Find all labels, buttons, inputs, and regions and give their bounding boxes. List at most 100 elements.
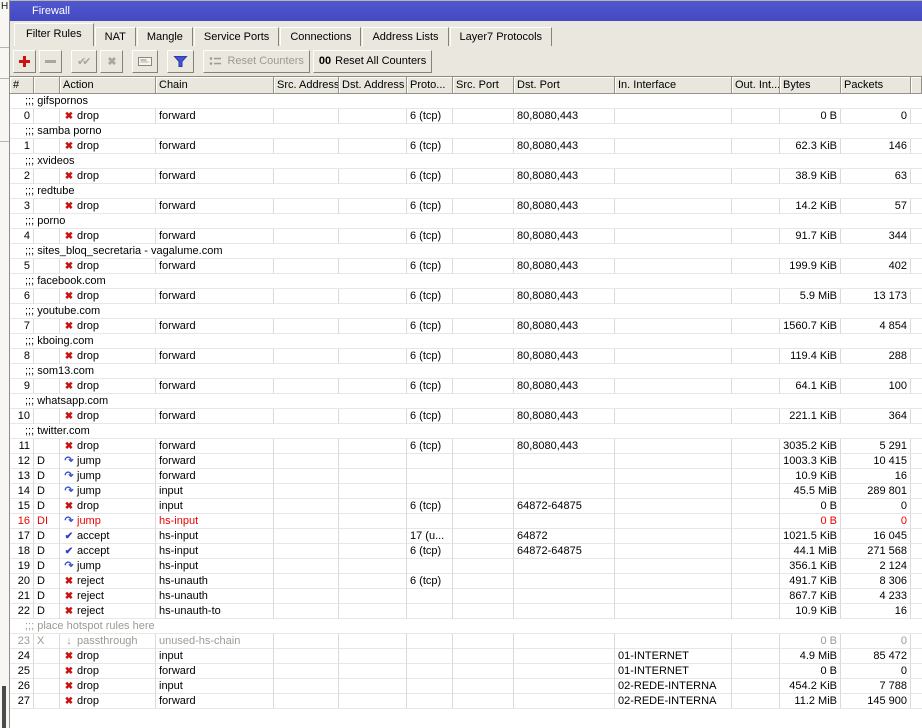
- drop-icon: ✖: [64, 171, 74, 182]
- comment-row[interactable]: ;;; kboing.com: [10, 334, 922, 349]
- column-header-flags[interactable]: [34, 77, 60, 94]
- cell-bytes: 38.9 KiB: [780, 169, 841, 184]
- background-line: [0, 47, 9, 48]
- column-header-src_port[interactable]: Src. Port: [453, 77, 514, 94]
- column-header-in_interface[interactable]: In. Interface: [615, 77, 732, 94]
- filter-rule-row[interactable]: 15 D ✖ drop input 6 (tcp) 64872-64875 0 B0: [10, 499, 922, 514]
- column-header-action[interactable]: Action: [60, 77, 156, 94]
- comment-row[interactable]: ;;; redtube: [10, 184, 922, 199]
- filter-rule-row[interactable]: 24 ✖ drop input 01-INTERNET 4.9 MiB 85 472: [10, 649, 922, 664]
- comment-row[interactable]: ;;; gifspornos: [10, 94, 922, 109]
- tab-filter-rules[interactable]: Filter Rules: [14, 23, 94, 46]
- filter-rule-row[interactable]: 8 ✖ drop forward 6 (tcp) 80,8080,443 119.4 KiB…: [10, 349, 922, 364]
- tab-connections[interactable]: Connections: [280, 27, 362, 46]
- comment-row[interactable]: ;;; whatsapp.com: [10, 394, 922, 409]
- action-label: drop: [77, 170, 100, 182]
- filter-rule-row[interactable]: 25 ✖ drop forward 01-INTERNET 0 B0: [10, 664, 922, 679]
- cell-protocol: [407, 589, 453, 604]
- comment-row[interactable]: ;;; samba porno: [10, 124, 922, 139]
- filter-rule-row[interactable]: 26 ✖ drop input 02-REDE-INTERNA 454.2 KiB 7 78…: [10, 679, 922, 694]
- filter-rule-row[interactable]: 22 D ✖ reject hs-unauth-to 10.9 KiB 16: [10, 604, 922, 619]
- cell-action: ✖ reject: [60, 574, 156, 589]
- comment-button[interactable]: [132, 49, 159, 73]
- filter-rule-row[interactable]: 19 D ↷ jump hs-input 356.1 KiB 2 124: [10, 559, 922, 574]
- cell-in_interface: 01-INTERNET: [615, 649, 732, 664]
- comment-row[interactable]: ;;; sites_bloq_secretaria - vagalume.com: [10, 244, 922, 259]
- filter-rule-row[interactable]: 12 D ↷ jump forward 1003.3 KiB 10 415: [10, 454, 922, 469]
- filter-rule-row[interactable]: 21 D ✖ reject hs-unauth 867.7 KiB 4 233: [10, 589, 922, 604]
- comment-row[interactable]: ;;; facebook.com: [10, 274, 922, 289]
- cell-packets: 146: [841, 139, 911, 154]
- column-header-bytes[interactable]: Bytes: [780, 77, 841, 94]
- cell-action: ✖ drop: [60, 319, 156, 334]
- cell-src_address: [274, 229, 339, 244]
- column-header-packets[interactable]: Packets: [841, 77, 911, 94]
- tab-mangle[interactable]: Mangle: [136, 27, 193, 46]
- filter-rule-row[interactable]: 14 D ↷ jump input 45.5 MiB 289 801: [10, 484, 922, 499]
- comment-row[interactable]: ;;; som13.com: [10, 364, 922, 379]
- cell-dst_address: [339, 454, 407, 469]
- filter-rule-row[interactable]: 6 ✖ drop forward 6 (tcp) 80,8080,443 5.9 MiB 13…: [10, 289, 922, 304]
- filter-rule-row[interactable]: 4 ✖ drop forward 6 (tcp) 80,8080,443 91.7 KiB 3…: [10, 229, 922, 244]
- filter-rule-row[interactable]: 0 ✖ drop forward 6 (tcp) 80,8080,443 0 B0: [10, 109, 922, 124]
- filter-rule-row[interactable]: 1 ✖ drop forward 6 (tcp) 80,8080,443 62.3 KiB 1…: [10, 139, 922, 154]
- cell-flags: D: [34, 454, 60, 469]
- column-header-src_address[interactable]: Src. Address: [274, 77, 339, 94]
- comment-row[interactable]: ;;; youtube.com: [10, 304, 922, 319]
- reset-all-counters-button[interactable]: 00 Reset All Counters: [312, 49, 433, 73]
- filter-rule-row[interactable]: 7 ✖ drop forward 6 (tcp) 80,8080,443 1560.7 Ki…: [10, 319, 922, 334]
- action-label: drop: [77, 200, 100, 212]
- column-header-dst_port[interactable]: Dst. Port: [514, 77, 615, 94]
- disable-rule-button[interactable]: ✖: [100, 49, 124, 73]
- cell-packets: 344: [841, 229, 911, 244]
- tab-layer7-protocols[interactable]: Layer7 Protocols: [449, 27, 553, 46]
- cell-dst_port: 80,8080,443: [514, 259, 615, 274]
- column-header-filler[interactable]: [911, 77, 922, 94]
- add-rule-button[interactable]: [13, 49, 36, 73]
- remove-rule-button[interactable]: [39, 49, 62, 73]
- cell-dst_address: [339, 559, 407, 574]
- window-titlebar[interactable]: Firewall: [10, 1, 922, 21]
- filter-rule-row[interactable]: 23 X ↓ passthrough unused-hs-chain 0 B0: [10, 634, 922, 649]
- tab-nat[interactable]: NAT: [94, 27, 136, 46]
- comment-row[interactable]: ;;; twitter.com: [10, 424, 922, 439]
- filter-rule-row[interactable]: 2 ✖ drop forward 6 (tcp) 80,8080,443 38.9 KiB 6…: [10, 169, 922, 184]
- column-header-num[interactable]: #: [10, 77, 34, 94]
- filter-rule-row[interactable]: 16 DI ↷ jump hs-input 0 B0: [10, 514, 922, 529]
- cell-filler: [911, 409, 922, 424]
- filter-rule-row[interactable]: 10 ✖ drop forward 6 (tcp) 80,8080,443 221.1 Ki…: [10, 409, 922, 424]
- filter-rule-row[interactable]: 27 ✖ drop forward 02-REDE-INTERNA 11.2 MiB 145…: [10, 694, 922, 709]
- filter-button[interactable]: [167, 49, 195, 73]
- cell-protocol: 6 (tcp): [407, 319, 453, 334]
- cell-src_address: [274, 289, 339, 304]
- column-header-chain[interactable]: Chain: [156, 77, 274, 94]
- column-header-dst_address[interactable]: Dst. Address: [339, 77, 407, 94]
- drop-icon: ✖: [64, 291, 74, 302]
- cell-chain: forward: [156, 454, 274, 469]
- cell-bytes: 221.1 KiB: [780, 409, 841, 424]
- cell-bytes: 0 B: [780, 634, 841, 649]
- tab-address-lists[interactable]: Address Lists: [362, 27, 449, 46]
- cell-dst_address: [339, 349, 407, 364]
- cell-in_interface: [615, 544, 732, 559]
- column-header-out_interface[interactable]: Out. Int...: [732, 77, 780, 94]
- comment-row[interactable]: ;;; place hotspot rules here: [10, 619, 922, 634]
- enable-rule-button[interactable]: ✔✔: [71, 49, 98, 73]
- filter-rule-row[interactable]: 20 D ✖ reject hs-unauth 6 (tcp) 491.7 KiB 8 306: [10, 574, 922, 589]
- filter-rule-row[interactable]: 9 ✖ drop forward 6 (tcp) 80,8080,443 64.1 KiB 1…: [10, 379, 922, 394]
- filter-rule-row[interactable]: 18 D ✔ accept hs-input 6 (tcp) 64872-64875 44.1…: [10, 544, 922, 559]
- filter-rule-row[interactable]: 3 ✖ drop forward 6 (tcp) 80,8080,443 14.2 KiB 5…: [10, 199, 922, 214]
- tab-service-ports[interactable]: Service Ports: [193, 27, 280, 46]
- filter-rule-row[interactable]: 11 ✖ drop forward 6 (tcp) 80,8080,443 3035.2 K…: [10, 439, 922, 454]
- comment-row[interactable]: ;;; xvideos: [10, 154, 922, 169]
- comment-row[interactable]: ;;; porno: [10, 214, 922, 229]
- column-header-protocol[interactable]: Proto...: [407, 77, 453, 94]
- cell-filler: [911, 559, 922, 574]
- reset-counters-button[interactable]: Reset Counters: [203, 49, 310, 73]
- filter-rule-row[interactable]: 17 D ✔ accept hs-input 17 (u... 64872 1021.5 Ki…: [10, 529, 922, 544]
- filter-rule-row[interactable]: 5 ✖ drop forward 6 (tcp) 80,8080,443 199.9 KiB…: [10, 259, 922, 274]
- cell-dst_address: [339, 664, 407, 679]
- cell-src_port: [453, 574, 514, 589]
- filter-rule-row[interactable]: 13 D ↷ jump forward 10.9 KiB 16: [10, 469, 922, 484]
- cell-flags: [34, 664, 60, 679]
